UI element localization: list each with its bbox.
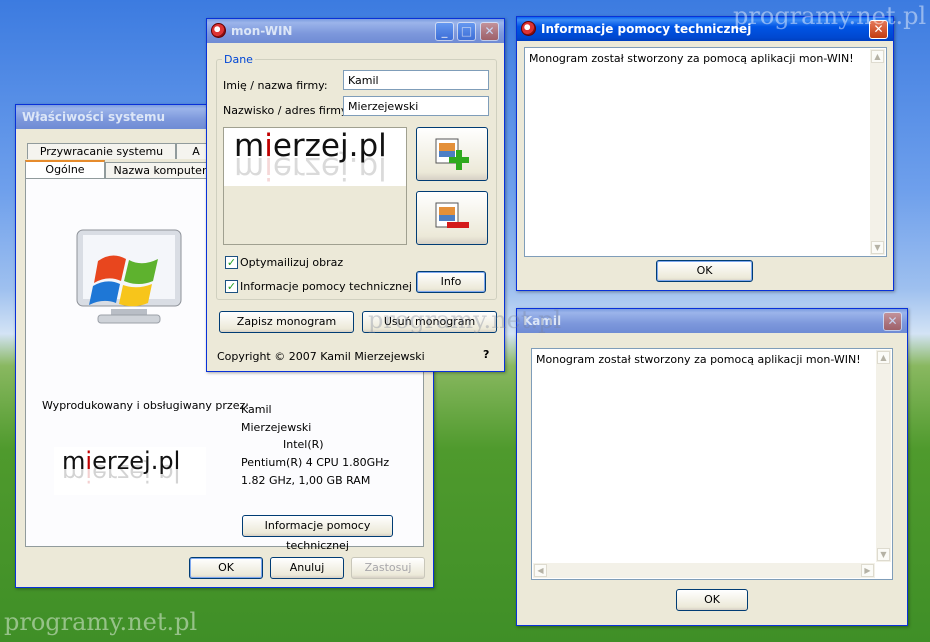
ok-button[interactable]: OK: [676, 589, 748, 611]
window-title: Informacje pomocy technicznej: [541, 22, 752, 36]
monogram-preview: mierzej.pl mierzej.pl: [223, 127, 407, 245]
scroll-down-icon[interactable]: ▼: [871, 241, 884, 254]
watermark-top: programy.net.pl: [733, 2, 927, 30]
add-image-icon: [435, 138, 469, 170]
kamil-window: Kamil ✕ Monogram został stworzony za pom…: [516, 308, 908, 626]
tab-przywracanie[interactable]: Przywracanie systemu: [27, 143, 176, 159]
window-title: Właściwości systemu: [22, 110, 166, 124]
info-line-4: Pentium(R) 4 CPU 1.80GHz: [241, 456, 390, 469]
close-button[interactable]: ✕: [480, 22, 499, 41]
info-button[interactable]: Info: [416, 271, 486, 293]
scroll-left-icon[interactable]: ◀: [534, 564, 547, 577]
kamil-text-area[interactable]: Monogram został stworzony za pomocą apli…: [531, 348, 893, 580]
minimize-button[interactable]: _: [435, 22, 454, 41]
monwin-titlebar[interactable]: mon-WIN _ □ ✕: [207, 19, 504, 43]
info-line-1: Kamil: [241, 403, 272, 416]
remove-image-icon: [435, 202, 469, 228]
copyright-text: Copyright © 2007 Kamil Mierzejewski: [217, 350, 425, 363]
cancel-button[interactable]: Anuluj: [270, 557, 344, 579]
maximize-button[interactable]: □: [457, 22, 476, 41]
apply-button[interactable]: Zastosuj: [351, 557, 425, 579]
kamil-text: Monogram został stworzony za pomocą apli…: [536, 353, 861, 366]
ok-button[interactable]: OK: [656, 260, 753, 282]
scroll-down-icon[interactable]: ▼: [877, 548, 890, 561]
save-monogram-button[interactable]: Zapisz monogram: [219, 311, 354, 333]
info-line-3: Intel(R): [283, 438, 324, 451]
optimize-checkbox[interactable]: ✓: [225, 256, 238, 269]
window-title: mon-WIN: [231, 24, 293, 38]
optimize-label: Optymailizuj obraz: [240, 256, 344, 269]
ok-button[interactable]: OK: [189, 557, 263, 579]
support-label: Informacje pomocy technicznej: [240, 280, 412, 293]
info-text: Monogram został stworzony za pomocą apli…: [529, 52, 854, 65]
vertical-scrollbar[interactable]: ▲ ▼: [876, 350, 891, 562]
horizontal-scrollbar[interactable]: ◀ ▶: [533, 563, 875, 578]
name-field[interactable]: Kamil: [343, 70, 489, 90]
watermark-middle: programy.net.pl: [368, 306, 562, 334]
info-line-5: 1.82 GHz, 1,00 GB RAM: [241, 474, 371, 487]
remove-image-button[interactable]: [416, 191, 488, 245]
scroll-up-icon[interactable]: ▲: [877, 351, 890, 364]
close-button[interactable]: ✕: [883, 312, 902, 331]
group-title: Dane: [222, 53, 255, 66]
info-line-2: Mierzejewski: [241, 421, 312, 434]
scroll-up-icon[interactable]: ▲: [871, 50, 884, 63]
support-info-button[interactable]: Informacje pomocy technicznej: [242, 515, 393, 552]
windows-monitor-icon: [76, 229, 182, 324]
oem-logo: mierzej.pl mierzej.pl: [54, 447, 206, 495]
support-checkbox[interactable]: ✓: [225, 280, 238, 293]
info-window: Informacje pomocy technicznej ✕ Monogram…: [516, 16, 894, 291]
surname-label: Nazwisko / adres firmy:: [223, 104, 351, 117]
tab-ogolne[interactable]: Ogólne: [25, 160, 105, 179]
surname-field[interactable]: Mierzejewski: [343, 96, 489, 116]
info-text-area[interactable]: Monogram został stworzony za pomocą apli…: [524, 47, 887, 257]
help-icon[interactable]: ?: [483, 348, 489, 361]
name-label: Imię / nazwa firmy:: [223, 79, 328, 92]
app-icon: [211, 23, 226, 38]
add-image-button[interactable]: [416, 127, 488, 181]
vertical-scrollbar[interactable]: ▲ ▼: [870, 49, 885, 255]
manufacturer-label: Wyprodukowany i obsługiwany przez:: [42, 399, 249, 412]
tab-nazwa-komputera[interactable]: Nazwa komputer: [105, 162, 215, 178]
app-icon: [521, 21, 536, 36]
watermark-bottom: programy.net.pl: [4, 608, 198, 636]
kamil-titlebar[interactable]: Kamil ✕: [517, 309, 907, 333]
scroll-right-icon[interactable]: ▶: [861, 564, 874, 577]
